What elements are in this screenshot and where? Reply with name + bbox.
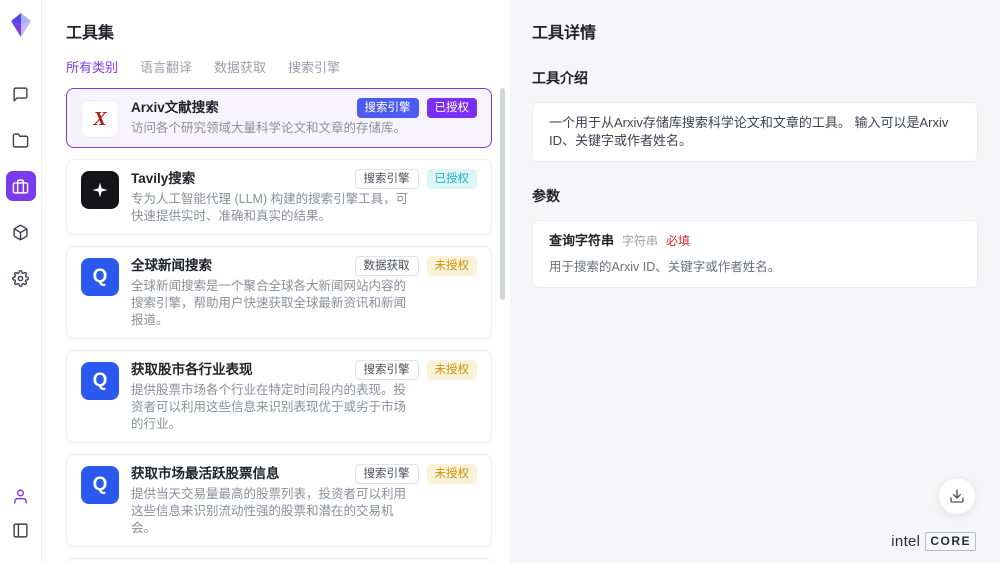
auth-badge: 未授权	[427, 360, 478, 380]
intel-core-logo: intel CORE	[891, 532, 976, 551]
panel-toggle-icon[interactable]	[6, 515, 36, 545]
tool-card-regional-news[interactable]: 万维地区新闻查询 搜索引擎 未授权 查询具体行政区划内的新闻，快速了解各地新闻动	[66, 558, 492, 563]
tab-search-engine[interactable]: 搜索引擎	[288, 60, 340, 76]
auth-badge: 未授权	[427, 464, 478, 484]
tab-data-fetch[interactable]: 数据获取	[214, 60, 266, 76]
tool-title: 获取市场最活跃股票信息	[131, 464, 280, 483]
intro-section-title: 工具介绍	[532, 68, 978, 88]
tool-card-tavily[interactable]: Tavily搜索 搜索引擎 已授权 专为人工智能代理 (LLM) 构建的搜索引擎…	[66, 159, 492, 235]
tool-title: Tavily搜索	[131, 169, 195, 188]
auth-badge: 已授权	[427, 98, 478, 118]
scrollbar-thumb[interactable]	[500, 88, 505, 300]
download-icon	[949, 488, 965, 504]
tool-description: 专为人工智能代理 (LLM) 构建的搜索引擎工具，可快速提供实时、准确和真实的结…	[131, 191, 417, 225]
tab-all-categories[interactable]: 所有类别	[66, 60, 118, 76]
category-badge: 搜索引擎	[355, 464, 419, 484]
tool-title: Arxiv文献搜索	[131, 98, 219, 117]
param-card: 查询字符串 字符串 必填 用于搜索的Arxiv ID、关键字或作者姓名。	[532, 220, 978, 288]
category-badge: 搜索引擎	[355, 360, 419, 380]
tool-card-sector-performance[interactable]: Q 获取股市各行业表现 搜索引擎 未授权 提供股票市场各个行业在特定时间段内的表…	[66, 350, 492, 443]
sidebar	[0, 0, 42, 563]
alapi-logo-icon: Q	[81, 466, 119, 504]
detail-title: 工具详情	[532, 24, 978, 44]
gear-icon[interactable]	[6, 263, 36, 293]
box-icon[interactable]	[6, 217, 36, 247]
tool-list-panel: 工具集 所有类别 语言翻译 数据获取 搜索引擎 X Arxiv文献搜索 搜索引擎…	[42, 0, 510, 563]
tool-description: 全球新闻搜索是一个聚合全球各大新闻网站内容的搜索引擎，帮助用户快速获取全球最新资…	[131, 278, 417, 329]
params-section-title: 参数	[532, 186, 978, 206]
user-icon[interactable]	[6, 481, 36, 511]
list-scrollbar	[500, 88, 505, 559]
tool-card-arxiv[interactable]: X Arxiv文献搜索 搜索引擎 已授权 访问各个研究领域大量科学论文和文章的存…	[66, 88, 492, 148]
tavily-logo-icon	[81, 171, 119, 209]
tool-title: 全球新闻搜索	[131, 256, 212, 275]
auth-badge: 已授权	[427, 169, 478, 189]
app-logo[interactable]	[10, 12, 32, 41]
tool-card-list: X Arxiv文献搜索 搜索引擎 已授权 访问各个研究领域大量科学论文和文章的存…	[66, 88, 492, 563]
folder-icon[interactable]	[6, 125, 36, 155]
tool-description: 提供当天交易量最高的股票列表，投资者可以利用这些信息来识别流动性强的股票和潜在的…	[131, 486, 417, 537]
alapi-logo-icon: Q	[81, 362, 119, 400]
category-badge: 搜索引擎	[355, 169, 419, 189]
tool-intro-card: 一个用于从Arxiv存储库搜索科学论文和文章的工具。 输入可以是Arxiv ID…	[532, 102, 978, 162]
category-tabs: 所有类别 语言翻译 数据获取 搜索引擎	[66, 60, 510, 76]
app-root: 工具集 所有类别 语言翻译 数据获取 搜索引擎 X Arxiv文献搜索 搜索引擎…	[0, 0, 1000, 563]
tool-title: 获取股市各行业表现	[131, 360, 253, 379]
auth-badge: 未授权	[427, 256, 478, 276]
arxiv-logo-icon: X	[81, 100, 119, 138]
param-name: 查询字符串	[549, 232, 614, 250]
download-button[interactable]	[938, 477, 976, 515]
param-description: 用于搜索的Arxiv ID、关键字或作者姓名。	[549, 258, 961, 276]
briefcase-icon[interactable]	[6, 171, 36, 201]
page-title: 工具集	[66, 24, 510, 44]
chat-icon[interactable]	[6, 79, 36, 109]
category-badge: 数据获取	[355, 256, 419, 276]
param-type: 字符串	[622, 232, 658, 250]
category-badge: 搜索引擎	[357, 98, 419, 118]
alapi-logo-icon: Q	[81, 258, 119, 296]
param-required-badge: 必填	[666, 232, 690, 250]
sidebar-bottom	[6, 481, 36, 549]
tool-card-active-stocks[interactable]: Q 获取市场最活跃股票信息 搜索引擎 未授权 提供当天交易量最高的股票列表，投资…	[66, 454, 492, 547]
tool-description: 提供股票市场各个行业在特定时间段内的表现。投资者可以利用这些信息来识别表现优于或…	[131, 382, 417, 433]
tool-detail-panel: 工具详情 工具介绍 一个用于从Arxiv存储库搜索科学论文和文章的工具。 输入可…	[510, 0, 1000, 563]
tool-description: 访问各个研究领域大量科学论文和文章的存储库。	[131, 120, 417, 137]
tool-card-global-news[interactable]: Q 全球新闻搜索 数据获取 未授权 全球新闻搜索是一个聚合全球各大新闻网站内容的…	[66, 246, 492, 339]
tab-translation[interactable]: 语言翻译	[140, 60, 192, 76]
